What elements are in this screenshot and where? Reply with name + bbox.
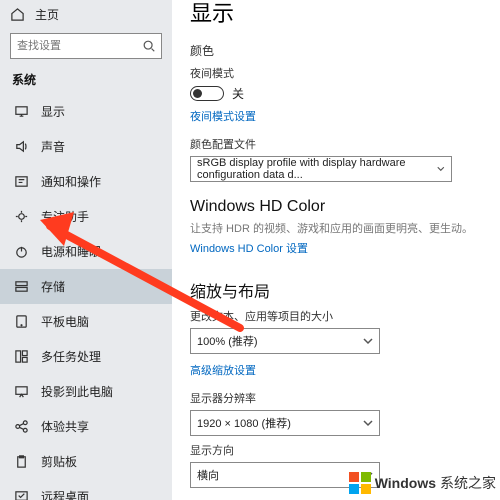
sidebar-item-project[interactable]: 投影到此电脑 [0, 374, 172, 409]
home-icon [10, 7, 25, 22]
sidebar-item-power[interactable]: 电源和睡眠 [0, 234, 172, 269]
sidebar-item-label: 远程桌面 [41, 488, 89, 500]
watermark-suffix: 系统之家 [440, 473, 496, 493]
resolution-dropdown[interactable]: 1920 × 1080 (推荐) [190, 410, 380, 436]
power-icon [14, 244, 29, 259]
color-profile-dropdown[interactable]: sRGB display profile with display hardwa… [190, 156, 452, 182]
watermark: Windows 系统之家 [349, 472, 496, 494]
sidebar-item-label: 通知和操作 [41, 173, 101, 190]
toggle-switch [190, 86, 224, 101]
toggle-state: 关 [232, 85, 244, 102]
sidebar-item-tablet[interactable]: 平板电脑 [0, 304, 172, 339]
chevron-down-icon [363, 418, 373, 428]
search-input[interactable] [10, 33, 162, 59]
share-icon [14, 419, 29, 434]
clipboard-icon [14, 454, 29, 469]
project-icon [14, 384, 29, 399]
sidebar-item-label: 体验共享 [41, 418, 89, 435]
search-icon [142, 39, 156, 53]
sidebar-item-remote[interactable]: 远程桌面 [0, 479, 172, 500]
sidebar-home-row[interactable]: 主页 [0, 0, 172, 29]
sidebar-item-label: 显示 [41, 103, 65, 120]
sidebar-item-display[interactable]: 显示 [0, 94, 172, 129]
sidebar-item-label: 声音 [41, 138, 65, 155]
tablet-icon [14, 314, 29, 329]
sidebar: 主页 系统 显示声音通知和操作专注助手电源和睡眠存储平板电脑多任务处理投影到此电… [0, 0, 172, 500]
display-icon [14, 104, 29, 119]
sidebar-item-label: 电源和睡眠 [41, 243, 101, 260]
chevron-down-icon [363, 336, 373, 346]
home-label: 主页 [35, 6, 59, 23]
section-label: 系统 [0, 67, 172, 94]
scale-value: 100% (推荐) [197, 333, 258, 349]
watermark-brand: Windows [375, 475, 436, 491]
night-mode-toggle[interactable]: 关 [190, 85, 482, 102]
storage-icon [14, 279, 29, 294]
hd-color-heading: Windows HD Color [190, 198, 482, 216]
remote-icon [14, 489, 29, 500]
night-mode-settings-link[interactable]: 夜间模式设置 [190, 108, 256, 124]
sidebar-item-sound[interactable]: 声音 [0, 129, 172, 164]
advanced-scale-link[interactable]: 高级缩放设置 [190, 362, 256, 378]
hd-color-link[interactable]: Windows HD Color 设置 [190, 240, 308, 256]
sound-icon [14, 139, 29, 154]
resolution-label: 显示器分辨率 [190, 390, 482, 406]
windows-logo-icon [349, 472, 371, 494]
search-wrap [0, 29, 172, 67]
sidebar-item-label: 剪贴板 [41, 453, 77, 470]
sidebar-item-label: 存储 [41, 278, 65, 295]
color-profile-label: 颜色配置文件 [190, 136, 482, 152]
sidebar-item-share[interactable]: 体验共享 [0, 409, 172, 444]
resolution-value: 1920 × 1080 (推荐) [197, 415, 291, 431]
orientation-label: 显示方向 [190, 442, 482, 458]
color-heading: 颜色 [190, 42, 482, 59]
sidebar-item-multitask[interactable]: 多任务处理 [0, 339, 172, 374]
notification-icon [14, 174, 29, 189]
scale-dropdown[interactable]: 100% (推荐) [190, 328, 380, 354]
multitask-icon [14, 349, 29, 364]
sidebar-item-storage[interactable]: 存储 [0, 269, 172, 304]
sidebar-item-notification[interactable]: 通知和操作 [0, 164, 172, 199]
sidebar-item-label: 多任务处理 [41, 348, 101, 365]
night-mode-label: 夜间模式 [190, 65, 482, 81]
page-title: 显示 [190, 0, 482, 28]
chevron-down-icon [437, 164, 445, 174]
main-panel: 显示 颜色 夜间模式 关 夜间模式设置 颜色配置文件 sRGB display … [172, 0, 500, 500]
sidebar-item-label: 专注助手 [41, 208, 89, 225]
orientation-value: 横向 [197, 467, 219, 483]
scale-heading: 缩放与布局 [190, 278, 482, 302]
color-profile-value: sRGB display profile with display hardwa… [197, 157, 437, 181]
focus-icon [14, 209, 29, 224]
nav-list: 显示声音通知和操作专注助手电源和睡眠存储平板电脑多任务处理投影到此电脑体验共享剪… [0, 94, 172, 500]
sidebar-item-label: 投影到此电脑 [41, 383, 113, 400]
sidebar-item-label: 平板电脑 [41, 313, 89, 330]
sidebar-item-clipboard[interactable]: 剪贴板 [0, 444, 172, 479]
hd-color-desc: 让支持 HDR 的视频、游戏和应用的画面更明亮、更生动。 [190, 220, 482, 236]
sidebar-item-focus[interactable]: 专注助手 [0, 199, 172, 234]
scale-label: 更改文本、应用等项目的大小 [190, 308, 482, 324]
